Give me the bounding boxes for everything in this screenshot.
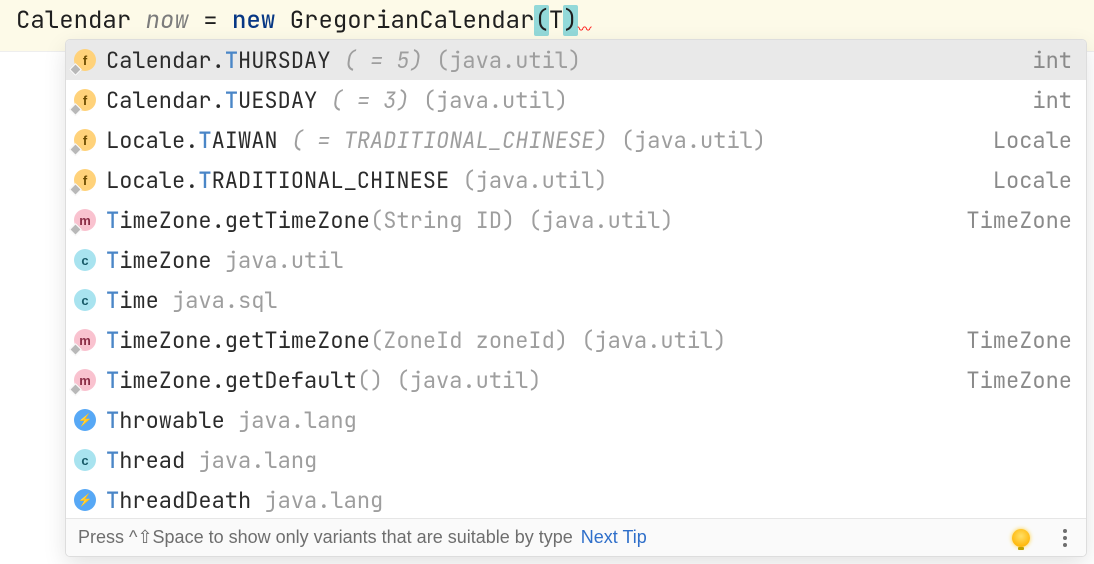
field-icon: f bbox=[74, 169, 96, 191]
cls-icon: c bbox=[74, 249, 96, 271]
completion-item[interactable]: f Calendar.TUESDAY ( = 3) (java.util) int bbox=[66, 80, 1086, 120]
arg-token: T bbox=[549, 5, 563, 36]
static-marker-icon bbox=[69, 183, 82, 196]
completion-text: TimeZone.getTimeZone(String ID) (java.ut… bbox=[106, 206, 940, 235]
completion-text: TimeZone java.util bbox=[106, 246, 1072, 275]
completion-item[interactable]: ⚡ ThreadDeath java.lang bbox=[66, 480, 1086, 518]
completion-text: Throwable java.lang bbox=[106, 406, 1072, 435]
completion-type: Locale bbox=[993, 126, 1072, 155]
var-token: now bbox=[146, 5, 189, 36]
bolt-icon: ⚡ bbox=[74, 409, 96, 431]
method-icon: m bbox=[74, 329, 96, 351]
field-icon: f bbox=[74, 89, 96, 111]
completion-item[interactable]: m TimeZone.getDefault() (java.util) TimeZo… bbox=[66, 360, 1086, 400]
more-menu-icon[interactable] bbox=[1056, 529, 1074, 547]
field-icon: f bbox=[74, 129, 96, 151]
ctor-token: GregorianCalendar bbox=[290, 5, 535, 36]
completion-footer: Press ^⇧Space to show only variants that… bbox=[66, 518, 1086, 556]
new-token: new bbox=[232, 5, 275, 36]
completion-text: Thread java.lang bbox=[106, 446, 1072, 475]
completion-item[interactable]: f Calendar.THURSDAY ( = 5) (java.util) int bbox=[66, 40, 1086, 80]
completion-list[interactable]: f Calendar.THURSDAY ( = 5) (java.util) int… bbox=[66, 40, 1086, 518]
static-marker-icon bbox=[69, 63, 82, 76]
field-icon: f bbox=[74, 49, 96, 71]
method-icon: m bbox=[74, 209, 96, 231]
completion-item[interactable]: f Locale.TAIWAN ( = TRADITIONAL_CHINESE) … bbox=[66, 120, 1086, 160]
completion-item[interactable]: f Locale.TRADITIONAL_CHINESE (java.util) L… bbox=[66, 160, 1086, 200]
completion-text: TimeZone.getDefault() (java.util) bbox=[106, 366, 940, 395]
completion-text: Calendar.TUESDAY ( = 3) (java.util) bbox=[106, 86, 1006, 115]
bolt-icon: ⚡ bbox=[74, 489, 96, 511]
completion-type: TimeZone bbox=[966, 366, 1072, 395]
next-tip-link[interactable]: Next Tip bbox=[581, 527, 647, 548]
completion-item[interactable]: c Time java.sql bbox=[66, 280, 1086, 320]
static-marker-icon bbox=[69, 103, 82, 116]
completion-type: int bbox=[1032, 46, 1072, 75]
completion-text: Calendar.THURSDAY ( = 5) (java.util) bbox=[106, 46, 1006, 75]
completion-type: TimeZone bbox=[966, 326, 1072, 355]
completion-item[interactable]: c Thread java.lang bbox=[66, 440, 1086, 480]
completion-popup: f Calendar.THURSDAY ( = 5) (java.util) int… bbox=[66, 40, 1086, 556]
completion-item[interactable]: m TimeZone.getTimeZone(ZoneId zoneId) (ja… bbox=[66, 320, 1086, 360]
method-icon: m bbox=[74, 369, 96, 391]
error-underline-icon: 〰 bbox=[578, 21, 590, 39]
completion-item[interactable]: c TimeZone java.util bbox=[66, 240, 1086, 280]
footer-hint: Press ^⇧Space to show only variants that… bbox=[78, 527, 573, 548]
completion-type: TimeZone bbox=[966, 206, 1072, 235]
open-paren: ( bbox=[534, 5, 548, 36]
eq-token: = bbox=[203, 5, 217, 36]
cls-icon: c bbox=[74, 289, 96, 311]
completion-text: Locale.TRADITIONAL_CHINESE (java.util) bbox=[106, 166, 967, 195]
close-paren: ) bbox=[563, 5, 577, 36]
cls-icon: c bbox=[74, 449, 96, 471]
completion-type: Locale bbox=[993, 166, 1072, 195]
completion-item[interactable]: m TimeZone.getTimeZone(String ID) (java.u… bbox=[66, 200, 1086, 240]
static-marker-icon bbox=[69, 343, 82, 356]
type-token: Calendar bbox=[16, 5, 131, 36]
static-marker-icon bbox=[69, 143, 82, 156]
completion-text: Locale.TAIWAN ( = TRADITIONAL_CHINESE) (… bbox=[106, 126, 967, 155]
completion-text: ThreadDeath java.lang bbox=[106, 486, 1072, 515]
static-marker-icon bbox=[69, 383, 82, 396]
static-marker-icon bbox=[69, 223, 82, 236]
bulb-icon[interactable] bbox=[1012, 529, 1030, 547]
completion-type: int bbox=[1032, 86, 1072, 115]
completion-text: Time java.sql bbox=[106, 286, 1072, 315]
completion-text: TimeZone.getTimeZone(ZoneId zoneId) (jav… bbox=[106, 326, 940, 355]
completion-item[interactable]: ⚡ Throwable java.lang bbox=[66, 400, 1086, 440]
